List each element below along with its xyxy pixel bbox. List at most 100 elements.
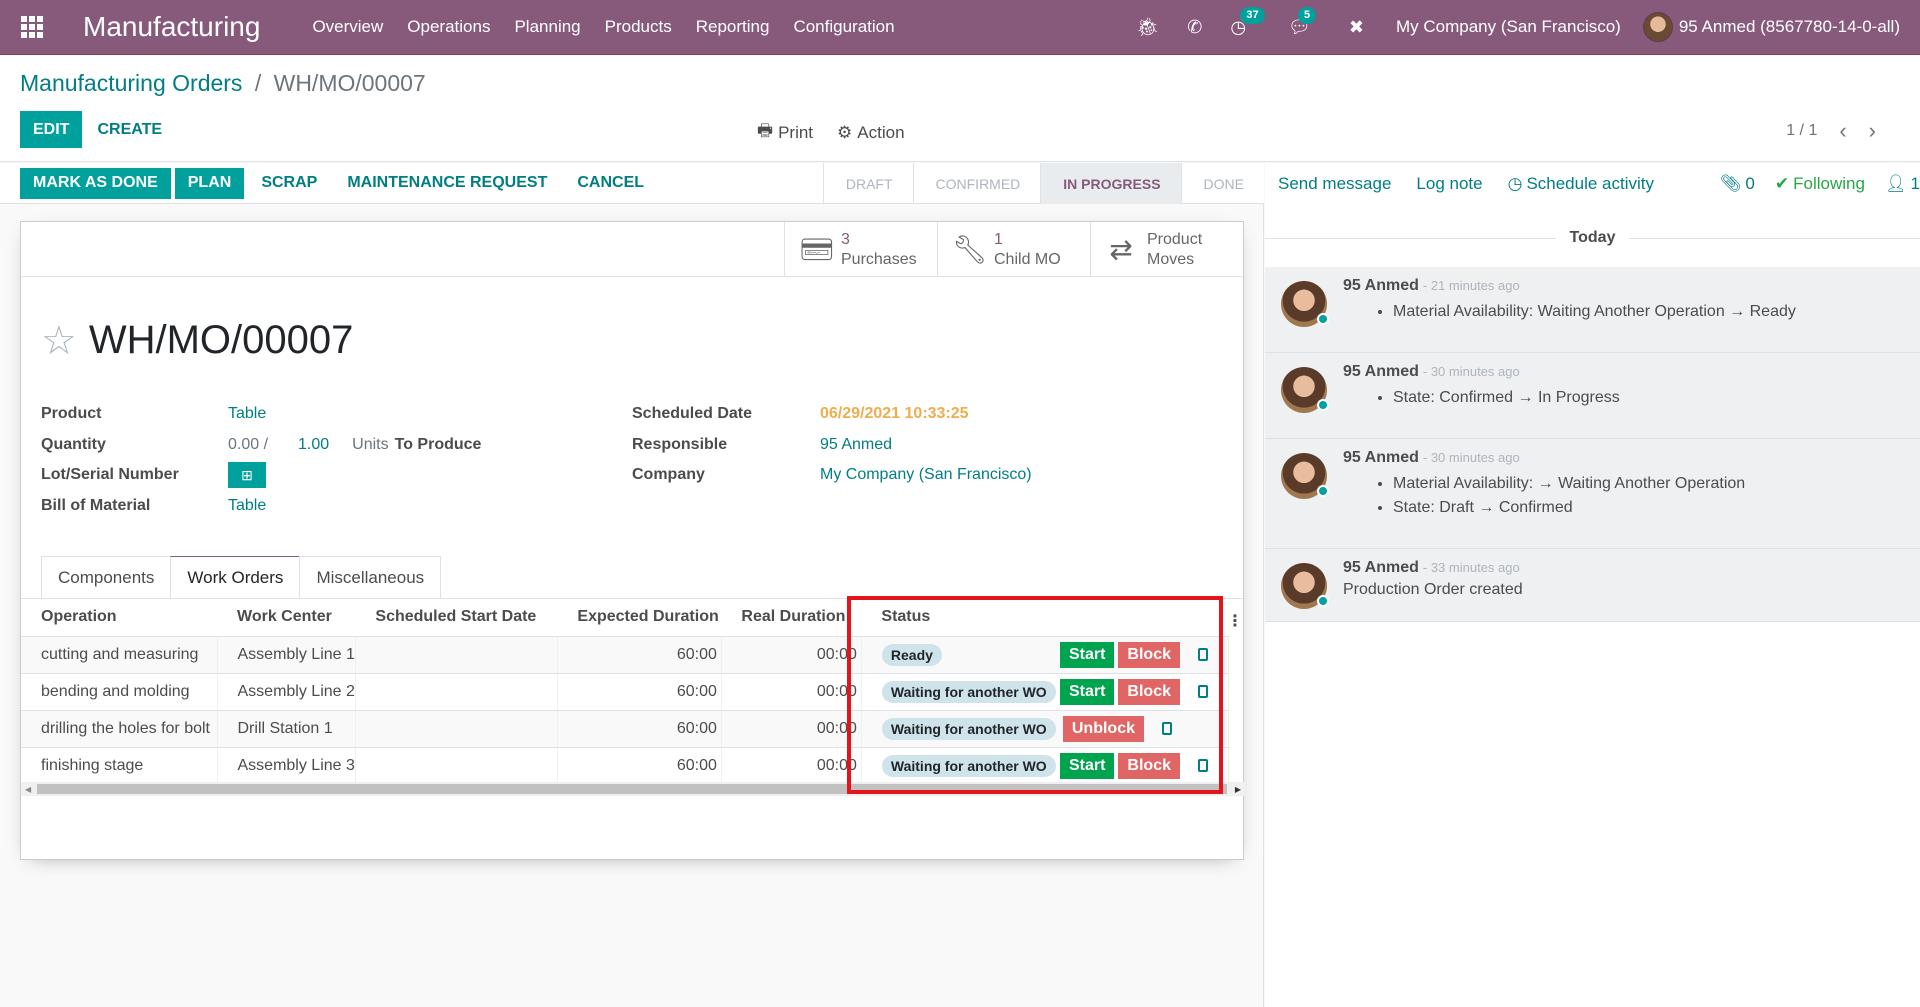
start-button[interactable]: Start xyxy=(1059,678,1115,705)
block-button[interactable]: Block xyxy=(1118,752,1180,779)
tablet-icon[interactable] xyxy=(1198,685,1208,698)
chat-icon[interactable]: 💬︎ 5 xyxy=(1288,6,1317,38)
app-name[interactable]: Manufacturing xyxy=(83,11,260,43)
star-icon[interactable]: ☆ xyxy=(41,321,77,361)
menu-reporting[interactable]: Reporting xyxy=(684,17,782,37)
col-operation[interactable]: Operation xyxy=(21,599,217,637)
field-lot: Lot/Serial Number ⊞ xyxy=(41,460,481,491)
chatter-topbar: Send message Log note ◷ Schedule activity… xyxy=(1265,163,1920,205)
apps-menu-icon[interactable] xyxy=(21,16,43,38)
menu-operations[interactable]: Operations xyxy=(395,17,502,37)
send-message-button[interactable]: Send message xyxy=(1278,174,1391,194)
product-moves-smart-button[interactable]: ⇄ Product Moves xyxy=(1090,222,1243,277)
breadcrumb-current: WH/MO/00007 xyxy=(273,70,426,96)
scrap-button[interactable]: SCRAP xyxy=(248,168,330,199)
scrollbar-thumb[interactable] xyxy=(37,784,1227,794)
horizontal-scrollbar[interactable]: ◀ ▶ xyxy=(21,782,1245,796)
phone-icon[interactable]: ✆ xyxy=(1187,17,1202,38)
author-avatar[interactable] xyxy=(1281,563,1329,609)
mark-as-done-button[interactable]: MARK AS DONE xyxy=(20,167,171,199)
schedule-activity-button[interactable]: ◷ Schedule activity xyxy=(1508,174,1654,194)
table-row[interactable]: cutting and measuring Assembly Line 1 60… xyxy=(21,636,1230,674)
field-bom: Bill of Material Table xyxy=(41,491,481,522)
tab-miscellaneous[interactable]: Miscellaneous xyxy=(299,556,442,598)
menu-products[interactable]: Products xyxy=(593,17,684,37)
message-author[interactable]: 95 Anmed xyxy=(1343,449,1419,466)
author-avatar[interactable] xyxy=(1281,281,1329,327)
cell-work-center: Drill Station 1 xyxy=(217,710,356,748)
action-menu[interactable]: ⚙ Action xyxy=(837,118,905,147)
left-field-group: Product Table Quantity 0.00 / 1.00 Units… xyxy=(41,399,481,521)
pager-next-icon[interactable]: › xyxy=(1869,118,1876,144)
col-status[interactable]: Status xyxy=(861,599,1229,637)
block-button[interactable]: Block xyxy=(1118,678,1180,705)
cell-work-center: Assembly Line 1 xyxy=(217,636,356,674)
block-button[interactable]: Block xyxy=(1118,641,1180,668)
company-value[interactable]: My Company (San Francisco) xyxy=(820,466,1032,484)
col-expected-duration[interactable]: Expected Duration xyxy=(557,599,722,637)
user-menu[interactable]: 95 Anmed (8567780-14-0-all) xyxy=(1642,12,1900,42)
bom-value[interactable]: Table xyxy=(228,497,266,515)
cell-work-center: Assembly Line 2 xyxy=(217,673,356,711)
bug-icon[interactable]: 🐞︎ xyxy=(1136,17,1159,38)
table-header: Operation Work Center Scheduled Start Da… xyxy=(21,599,1229,637)
chatter: Send message Log note ◷ Schedule activity… xyxy=(1265,163,1920,1007)
start-button[interactable]: Start xyxy=(1059,641,1115,668)
followers-button[interactable]: 👤︎ 1 xyxy=(1885,174,1920,194)
scheduled-date-value: 06/29/2021 10:33:25 xyxy=(820,405,969,423)
table-row[interactable]: drilling the holes for bolt Drill Statio… xyxy=(21,710,1230,748)
message-text: Production Order created xyxy=(1343,581,1523,598)
uom: Units xyxy=(352,435,389,453)
start-button[interactable]: Start xyxy=(1059,752,1115,779)
col-real-duration[interactable]: Real Duration xyxy=(721,599,862,637)
col-work-center[interactable]: Work Center xyxy=(217,599,356,637)
table-row[interactable]: bending and molding Assembly Line 2 60:0… xyxy=(21,673,1230,711)
tablet-icon[interactable] xyxy=(1198,648,1208,661)
user-icon: 👤︎ xyxy=(1884,174,1907,193)
author-avatar[interactable] xyxy=(1281,453,1329,499)
edit-button[interactable]: EDIT xyxy=(20,111,83,148)
scroll-right-icon[interactable]: ▶ xyxy=(1235,785,1241,794)
lot-serial-add-button[interactable]: ⊞ xyxy=(228,462,266,489)
unblock-button[interactable]: Unblock xyxy=(1062,715,1144,742)
company-switcher[interactable]: My Company (San Francisco) xyxy=(1396,17,1621,37)
purchases-count: 3 xyxy=(841,231,850,249)
tab-work-orders[interactable]: Work Orders xyxy=(170,556,301,598)
author-avatar[interactable] xyxy=(1281,367,1329,413)
product-value[interactable]: Table xyxy=(228,405,266,423)
cancel-button[interactable]: CANCEL xyxy=(564,168,657,199)
tablet-icon[interactable] xyxy=(1198,759,1208,772)
status-badge: Waiting for another WO xyxy=(881,680,1056,703)
log-note-button[interactable]: Log note xyxy=(1416,174,1482,194)
cell-real: 00:00 xyxy=(721,747,862,785)
purchases-smart-button[interactable]: 💳︎ 3 Purchases xyxy=(784,222,937,277)
plan-button[interactable]: PLAN xyxy=(174,167,245,199)
menu-planning[interactable]: Planning xyxy=(502,17,592,37)
activity-clock-icon[interactable]: ◷ 37 xyxy=(1230,6,1265,38)
menu-overview[interactable]: Overview xyxy=(300,17,395,37)
qty-produced: 0.00 / xyxy=(228,435,269,453)
pager-previous-icon[interactable]: ‹ xyxy=(1839,118,1846,144)
attachments-button[interactable]: 📎︎ 0 xyxy=(1720,174,1755,194)
form-sheet: 💳︎ 3 Purchases 🔧︎ 1 Child MO ⇄ Product Move… xyxy=(20,221,1245,860)
print-menu[interactable]: 🖶︎ Print xyxy=(757,118,813,147)
maintenance-request-button[interactable]: MAINTENANCE REQUEST xyxy=(334,168,560,199)
col-scheduled-start[interactable]: Scheduled Start Date xyxy=(355,599,558,637)
breadcrumb-manufacturing-orders[interactable]: Manufacturing Orders xyxy=(20,70,242,96)
optional-columns-kebab-icon[interactable]: ⋮ xyxy=(1227,611,1243,631)
step-in-progress: IN PROGRESS xyxy=(1040,163,1181,204)
tools-icon[interactable]: ✖ xyxy=(1349,17,1364,38)
create-button[interactable]: CREATE xyxy=(84,111,175,148)
message-author[interactable]: 95 Anmed xyxy=(1343,363,1419,380)
message-author[interactable]: 95 Anmed xyxy=(1343,559,1419,576)
responsible-value[interactable]: 95 Anmed xyxy=(820,436,892,454)
child-mo-smart-button[interactable]: 🔧︎ 1 Child MO xyxy=(937,222,1090,277)
pager-value[interactable]: 1 / 1 xyxy=(1786,122,1817,140)
tab-components[interactable]: Components xyxy=(41,556,172,598)
following-button[interactable]: ✔ Following xyxy=(1775,174,1865,194)
message-author[interactable]: 95 Anmed xyxy=(1343,277,1419,294)
table-row[interactable]: finishing stage Assembly Line 3 60:00 00… xyxy=(21,747,1230,785)
menu-configuration[interactable]: Configuration xyxy=(781,17,906,37)
scroll-left-icon[interactable]: ◀ xyxy=(25,785,31,794)
tablet-icon[interactable] xyxy=(1162,722,1172,735)
